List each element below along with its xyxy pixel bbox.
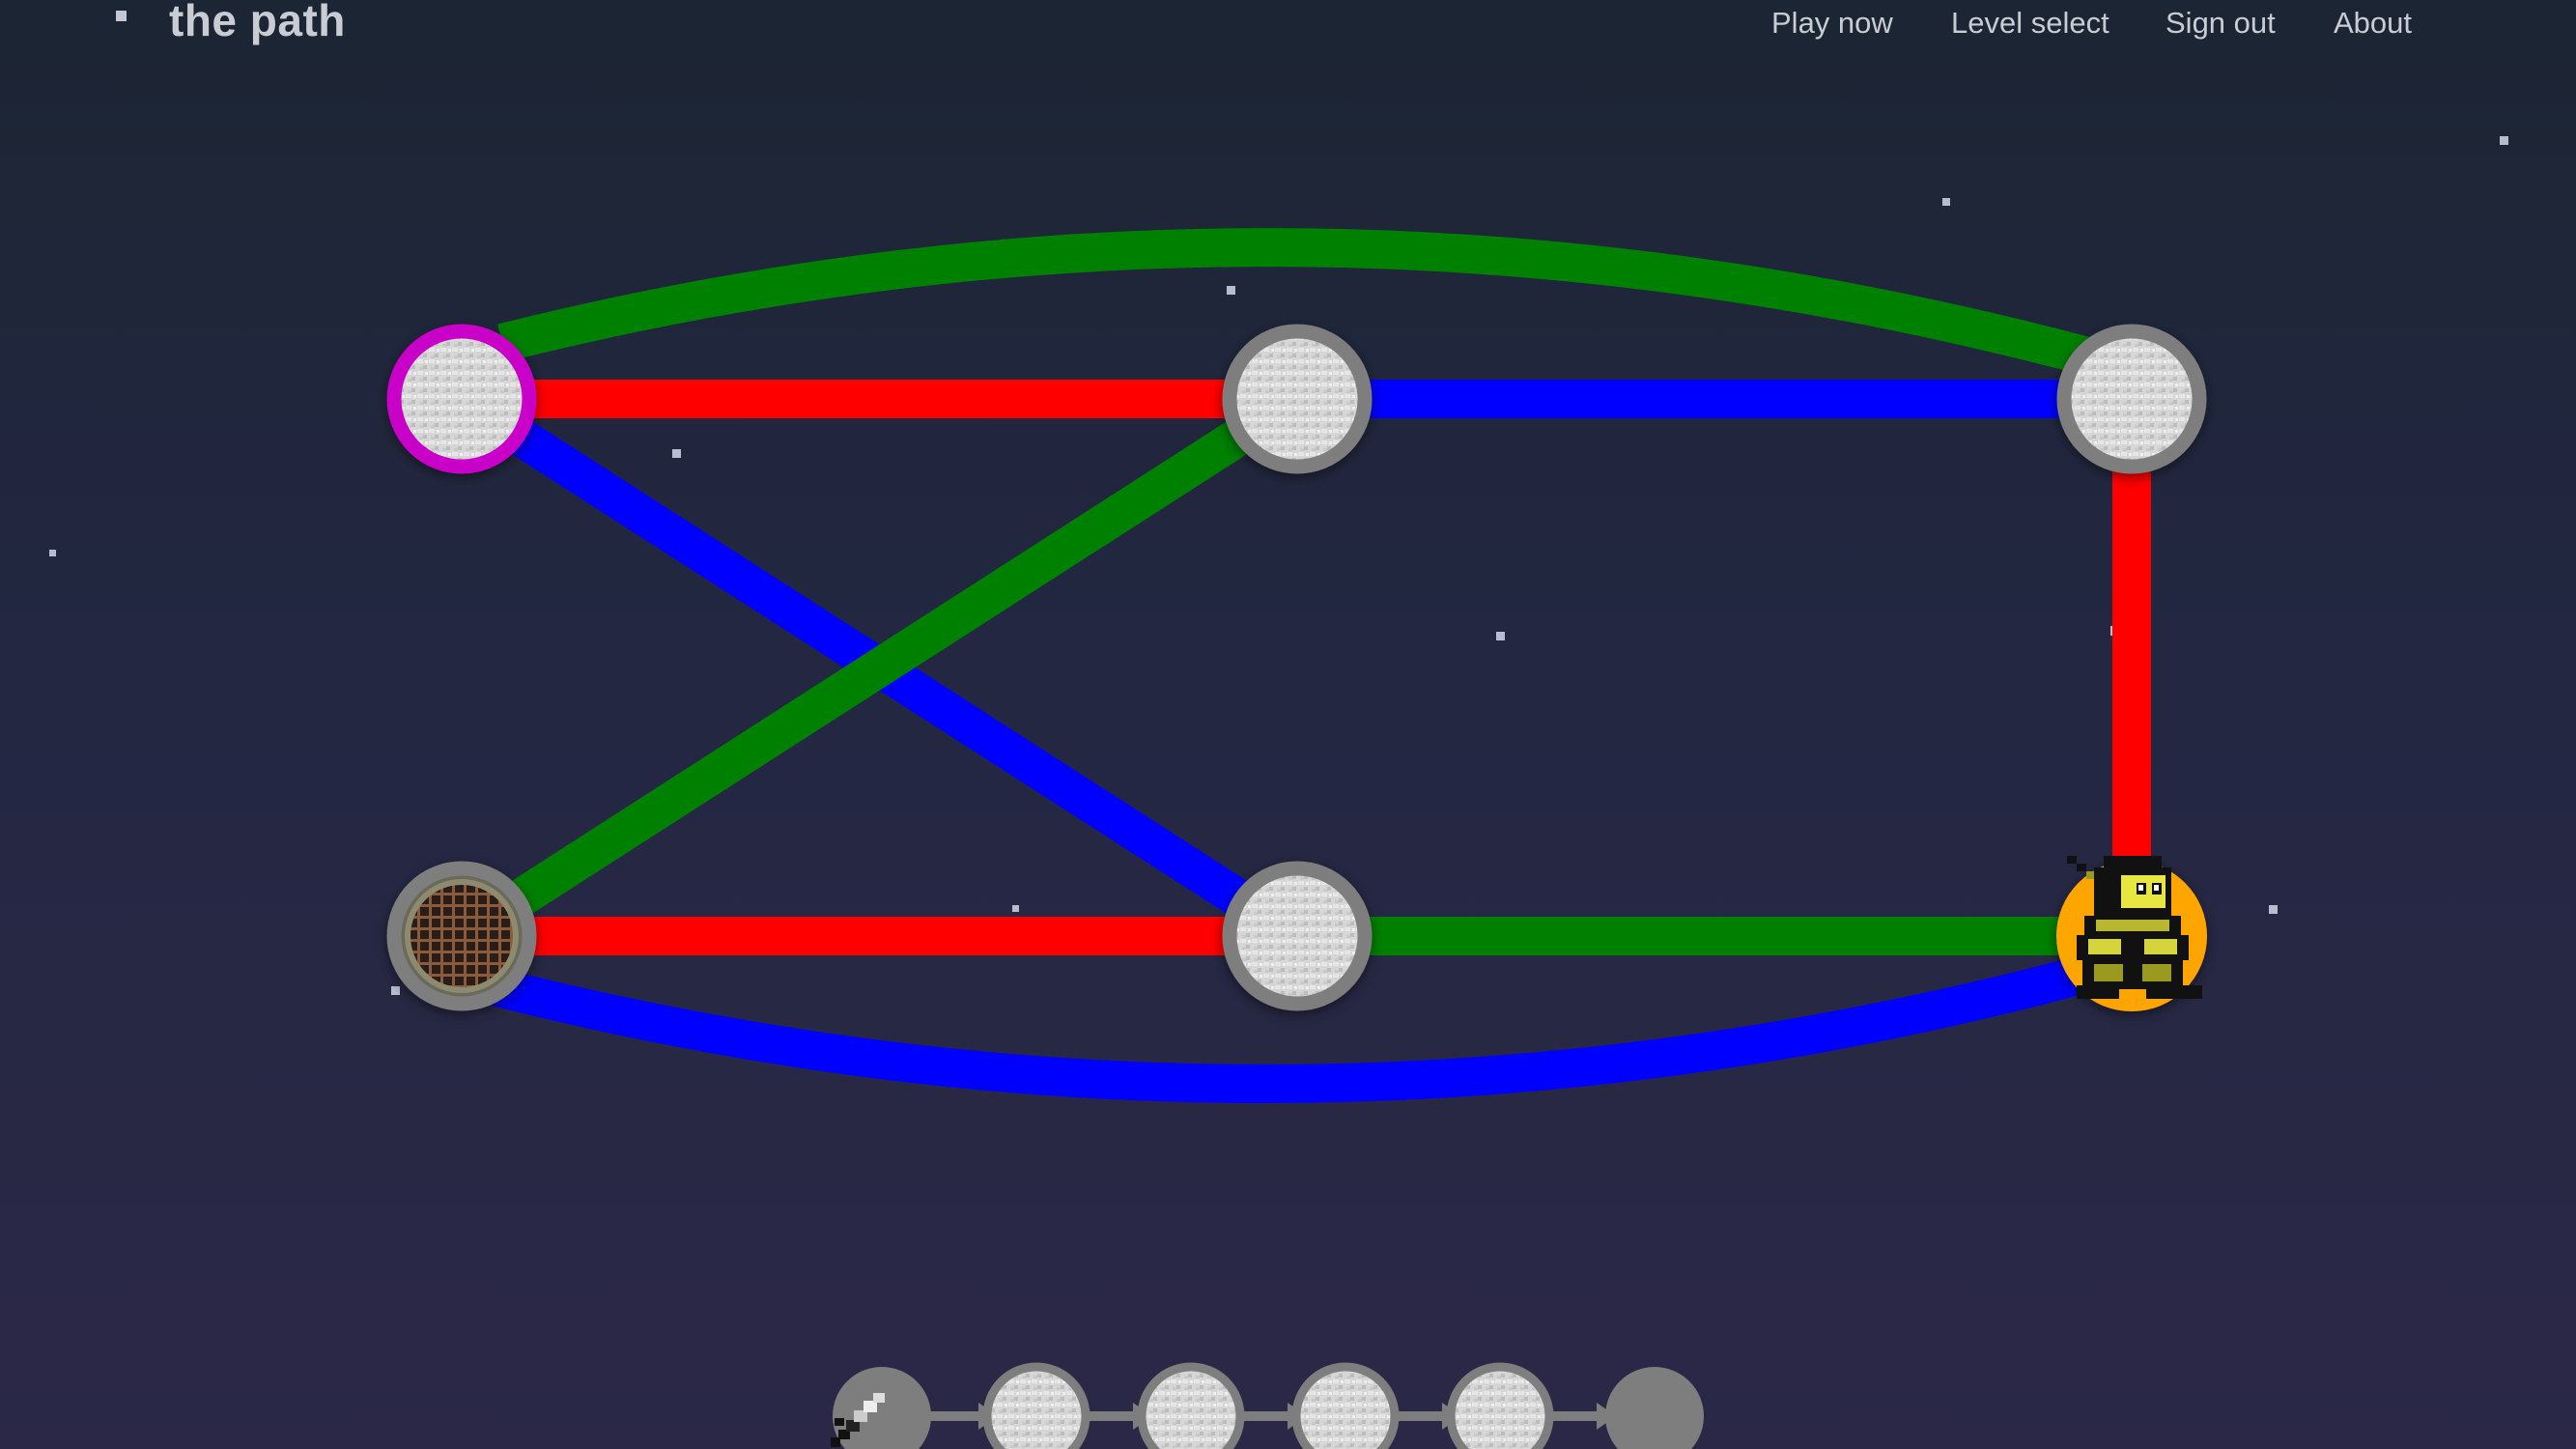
sequence-slot-1[interactable] [831,1367,931,1449]
star [672,449,681,458]
game-board [49,136,2508,1449]
node-bottom-left[interactable] [386,861,537,1011]
node-bottom-middle[interactable] [1222,861,1373,1011]
sequence-slot-4[interactable] [1291,1362,1400,1449]
star [2269,905,2278,914]
node-top-left[interactable] [386,324,537,474]
stone-icon[interactable] [1222,324,1373,474]
sequence-slot-2[interactable] [982,1362,1090,1449]
star [1012,905,1019,912]
star [2500,136,2508,145]
sequence-slot-5[interactable] [1446,1362,1554,1449]
start-node-ring[interactable] [386,324,537,474]
path-sequence [831,1362,1704,1449]
sequence-slot-6-empty[interactable] [1605,1367,1704,1449]
node-top-middle[interactable] [1222,324,1373,474]
stone-icon[interactable] [2056,324,2207,474]
star [391,986,400,995]
star [1496,632,1505,640]
star [1942,198,1950,206]
stone-icon[interactable] [1222,861,1373,1011]
star [49,550,56,556]
node-top-right[interactable] [2056,324,2207,474]
star [1227,286,1235,295]
sequence-slot-3[interactable] [1137,1362,1245,1449]
